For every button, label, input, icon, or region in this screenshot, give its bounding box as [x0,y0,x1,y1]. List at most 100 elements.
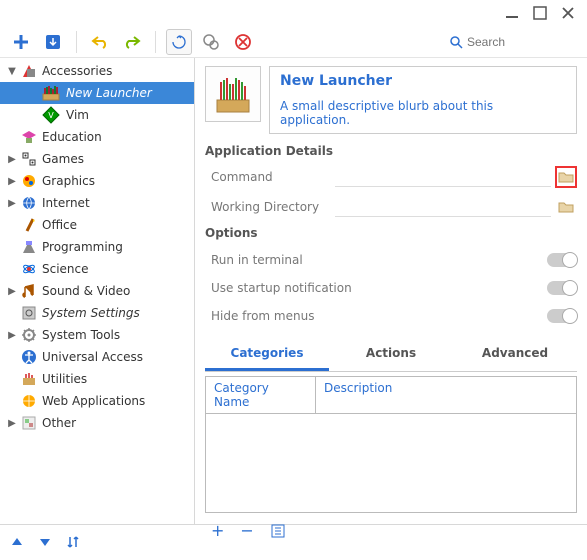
undo-button[interactable] [87,29,113,55]
table-header: Category Name Description [205,376,577,413]
toggle-run-terminal[interactable] [547,253,577,267]
add-button[interactable] [8,29,34,55]
tree-item-system-settings[interactable]: System Settings [0,302,194,324]
app-icon[interactable] [205,66,261,122]
tree-item-web-applications[interactable]: Web Applications [0,390,194,412]
tree-item-internet[interactable]: ▶Internet [0,192,194,214]
tree-label: Sound & Video [40,284,130,298]
options-heading: Options [205,226,577,240]
refresh-button[interactable] [166,29,192,55]
tree-item-games[interactable]: ▶Games [0,148,194,170]
office-icon [20,216,38,234]
search-box[interactable] [449,35,579,49]
titlebar [0,0,587,26]
tree-label: Universal Access [40,350,143,364]
move-down-button[interactable] [38,535,52,549]
table-add-button[interactable]: + [211,521,224,540]
accessories-icon [20,62,38,80]
internet-icon [20,194,38,212]
tree-item-education[interactable]: Education [0,126,194,148]
opt-run-terminal-label: Run in terminal [205,253,547,267]
workdir-label: Working Directory [205,200,335,214]
programming-icon [20,238,38,256]
vim-icon: V [40,106,62,124]
opt-startup-notify-label: Use startup notification [205,281,547,295]
tree-label: New Launcher [64,86,152,100]
separator [76,31,77,53]
tab-categories[interactable]: Categories [205,338,329,371]
command-input[interactable] [335,167,551,187]
tree-label: Accessories [40,64,112,78]
tree-item-accessories[interactable]: ▼ Accessories [0,60,194,82]
chevron-right-icon[interactable]: ▶ [6,154,18,165]
folder-icon [558,170,574,184]
app-title[interactable]: New Launcher [280,73,566,89]
tree-item-sound-video[interactable]: ▶ Sound & Video [0,280,194,302]
web-applications-icon [20,392,38,410]
tree-label: Other [40,416,76,430]
launcher-icon [40,84,62,102]
toggle-hide-menus[interactable] [547,309,577,323]
table-remove-button[interactable]: − [240,521,253,540]
th-description[interactable]: Description [316,377,576,413]
table-body[interactable] [205,413,577,513]
tree-label: Science [40,262,89,276]
sort-button[interactable] [66,535,80,549]
tree-label: Web Applications [40,394,145,408]
search-input[interactable] [467,35,557,49]
details-heading: Application Details [205,144,577,158]
command-label: Command [205,170,335,184]
delete-button[interactable] [230,29,256,55]
redo-button[interactable] [119,29,145,55]
chevron-right-icon[interactable]: ▶ [6,330,18,341]
table-clear-button[interactable] [270,523,286,539]
sidebar: ▼ Accessories New Launcher V Vim Educati… [0,58,195,524]
chevron-right-icon[interactable]: ▶ [6,418,18,429]
tree-item-new-launcher[interactable]: New Launcher [0,82,194,104]
save-button[interactable] [40,29,66,55]
svg-text:V: V [48,111,54,120]
table-actions: + − [205,513,577,548]
toolbar [0,26,587,58]
tree-label: Education [40,130,102,144]
chevron-right-icon[interactable]: ▶ [6,176,18,187]
workdir-input[interactable] [335,197,551,217]
toggle-startup-notify[interactable] [547,281,577,295]
science-icon [20,260,38,278]
separator [155,31,156,53]
tree-item-other[interactable]: ▶ Other [0,412,194,434]
main-panel: New Launcher A small descriptive blurb a… [195,58,587,524]
tab-advanced[interactable]: Advanced [453,338,577,371]
tree-item-science[interactable]: Science [0,258,194,280]
tree-item-graphics[interactable]: ▶Graphics [0,170,194,192]
tree-label: System Settings [40,306,140,320]
universal-access-icon [20,348,38,366]
execute-button[interactable] [198,29,224,55]
settings-icon [20,304,38,322]
maximize-button[interactable] [533,6,547,20]
tab-actions[interactable]: Actions [329,338,453,371]
command-browse-button[interactable] [555,166,577,188]
opt-hide-menus-label: Hide from menus [205,309,547,323]
chevron-right-icon[interactable]: ▶ [6,286,18,297]
workdir-browse-button[interactable] [555,196,577,218]
tree-item-office[interactable]: Office [0,214,194,236]
sound-video-icon [20,282,38,300]
tree-item-utilities[interactable]: Utilities [0,368,194,390]
chevron-right-icon[interactable]: ▶ [6,198,18,209]
graphics-icon [20,172,38,190]
tabs: Categories Actions Advanced [205,338,577,372]
move-up-button[interactable] [10,535,24,549]
close-button[interactable] [561,6,575,20]
tree-label: Programming [40,240,123,254]
tree-item-vim[interactable]: V Vim [0,104,194,126]
tree-item-programming[interactable]: Programming [0,236,194,258]
minimize-button[interactable] [505,6,519,20]
chevron-down-icon[interactable]: ▼ [6,66,18,77]
tree-label: Vim [64,108,89,122]
tree-item-system-tools[interactable]: ▶System Tools [0,324,194,346]
command-row: Command [205,164,577,190]
th-category-name[interactable]: Category Name [206,377,316,413]
tree-item-universal-access[interactable]: Universal Access [0,346,194,368]
app-blurb[interactable]: A small descriptive blurb about this app… [280,99,566,127]
